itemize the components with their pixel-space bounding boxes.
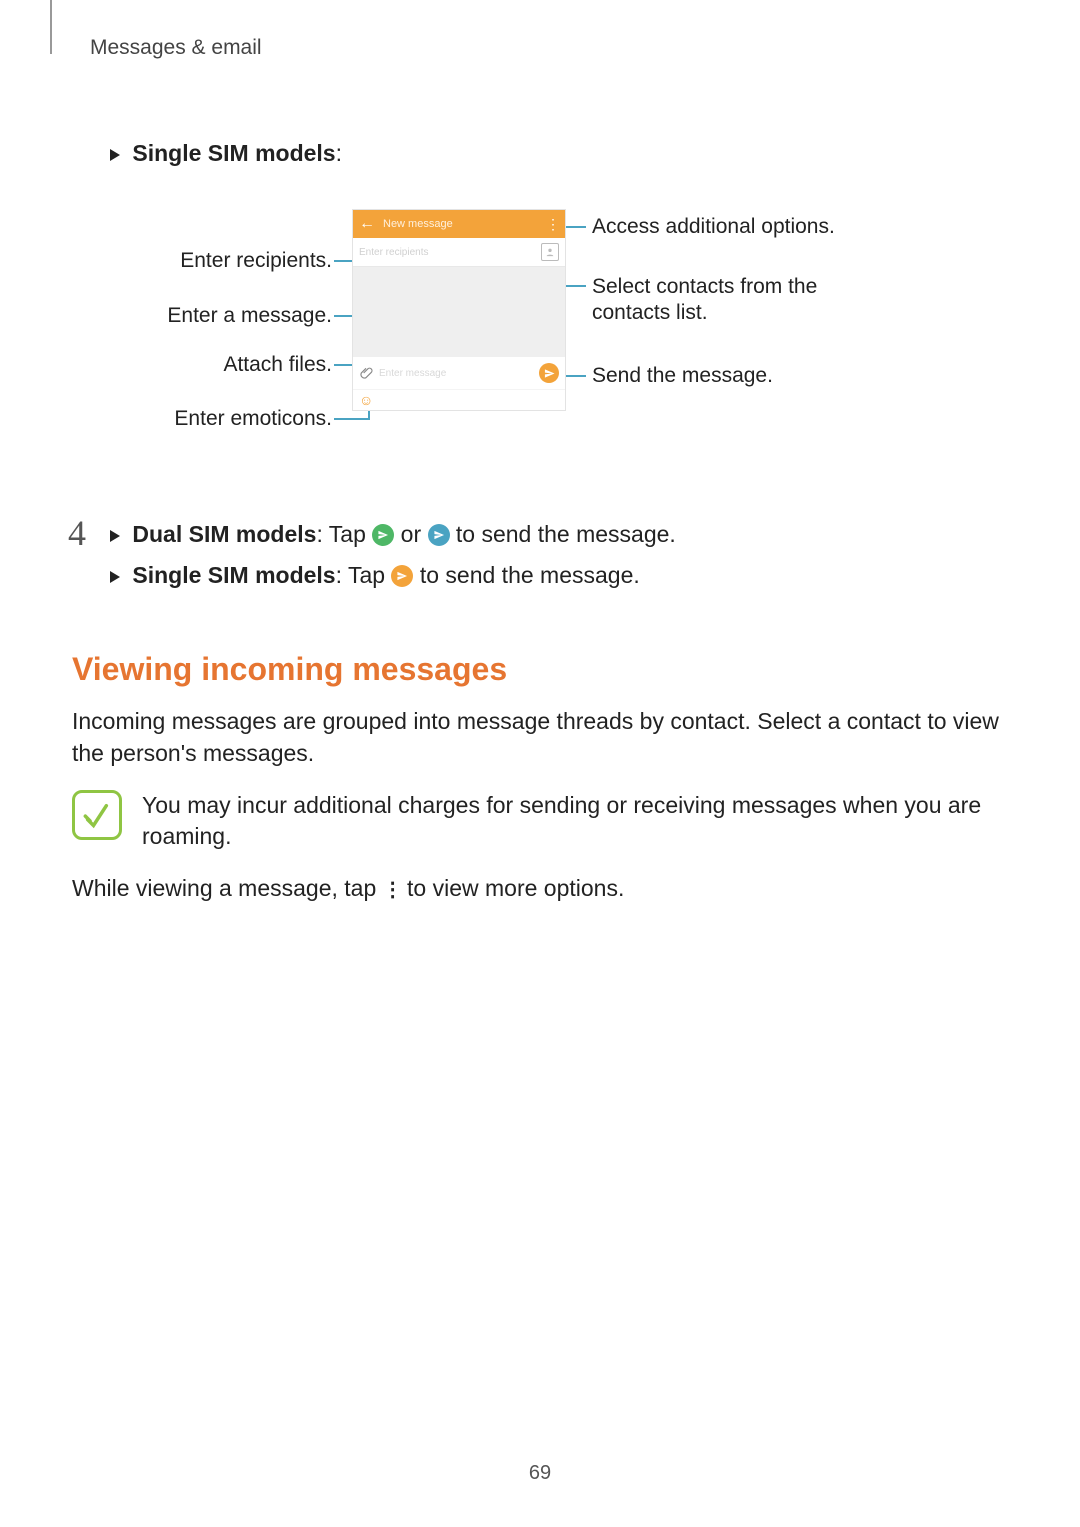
smile-icon: ☺: [359, 393, 373, 407]
callout-enter-message: Enter a message.: [72, 304, 332, 328]
more-icon: ⋮: [546, 216, 559, 233]
text: or: [401, 521, 428, 547]
phone-emoticon-bar: ☺: [353, 389, 565, 410]
callout-select-contacts: Select contacts from the contacts list.: [592, 274, 872, 327]
text: While viewing a message, tap: [72, 875, 383, 901]
send-icon: [391, 565, 413, 587]
paragraph-2: While viewing a message, tap ⋮ to view m…: [72, 873, 1008, 905]
more-icon: ⋮: [383, 877, 401, 905]
text: : Tap: [336, 562, 392, 588]
phone-message-placeholder: Enter message: [379, 368, 446, 379]
step-number: 4: [68, 509, 86, 558]
back-icon: ←: [359, 215, 375, 233]
section-title: Viewing incoming messages: [72, 651, 1008, 688]
phone-titlebar: ← New message ⋮: [353, 210, 565, 238]
text: to view more options.: [401, 875, 625, 901]
text: to send the message.: [456, 521, 676, 547]
dual-sim-label: Dual SIM models: [132, 521, 316, 547]
phone-title: New message: [383, 218, 453, 230]
send-sim2-icon: [428, 524, 450, 546]
triangle-icon: [110, 530, 120, 542]
phone-recipients-placeholder: Enter recipients: [359, 247, 428, 258]
paragraph-1: Incoming messages are grouped into messa…: [72, 706, 1008, 769]
phone-recipients-row: Enter recipients: [353, 238, 565, 267]
step-4: 4 Dual SIM models: Tap or to send the me…: [70, 519, 1008, 591]
callout-recipients: Enter recipients.: [72, 249, 332, 273]
step-4-dual: Dual SIM models: Tap or to send the mess…: [110, 519, 1008, 550]
send-sim1-icon: [372, 524, 394, 546]
phone-input-bar: Enter message: [353, 357, 565, 389]
message-compose-diagram: Enter recipients. Enter a message. Attac…: [72, 209, 1008, 489]
contacts-icon: [541, 243, 559, 261]
single-sim-label: Single SIM models: [132, 140, 335, 166]
page-header: Messages & email: [90, 36, 1008, 60]
page-number: 69: [0, 1462, 1080, 1485]
connector: [334, 418, 370, 420]
text: : Tap: [316, 521, 372, 547]
phone-body: [353, 267, 565, 357]
document-page: Messages & email Single SIM models: Ente…: [0, 0, 1080, 1527]
step-4-single: Single SIM models: Tap to send the messa…: [110, 560, 1008, 591]
header-rule: [50, 0, 52, 54]
phone-mockup: ← New message ⋮ Enter recipients Enter m…: [352, 209, 566, 411]
callout-attach-files: Attach files.: [72, 353, 332, 377]
note-icon: [72, 790, 122, 840]
callout-access-options: Access additional options.: [592, 215, 872, 239]
triangle-icon: [110, 571, 120, 583]
callout-send-message: Send the message.: [592, 364, 872, 388]
note-row: You may incur additional charges for sen…: [72, 790, 1008, 853]
single-sim-label: Single SIM models: [132, 562, 335, 588]
paperclip-icon: [359, 366, 373, 380]
callout-enter-emoticons: Enter emoticons.: [72, 407, 332, 431]
text: to send the message.: [420, 562, 640, 588]
triangle-icon: [110, 149, 120, 161]
single-sim-heading: Single SIM models:: [110, 138, 1008, 169]
note-text: You may incur additional charges for sen…: [142, 790, 1008, 853]
send-icon: [539, 363, 559, 383]
